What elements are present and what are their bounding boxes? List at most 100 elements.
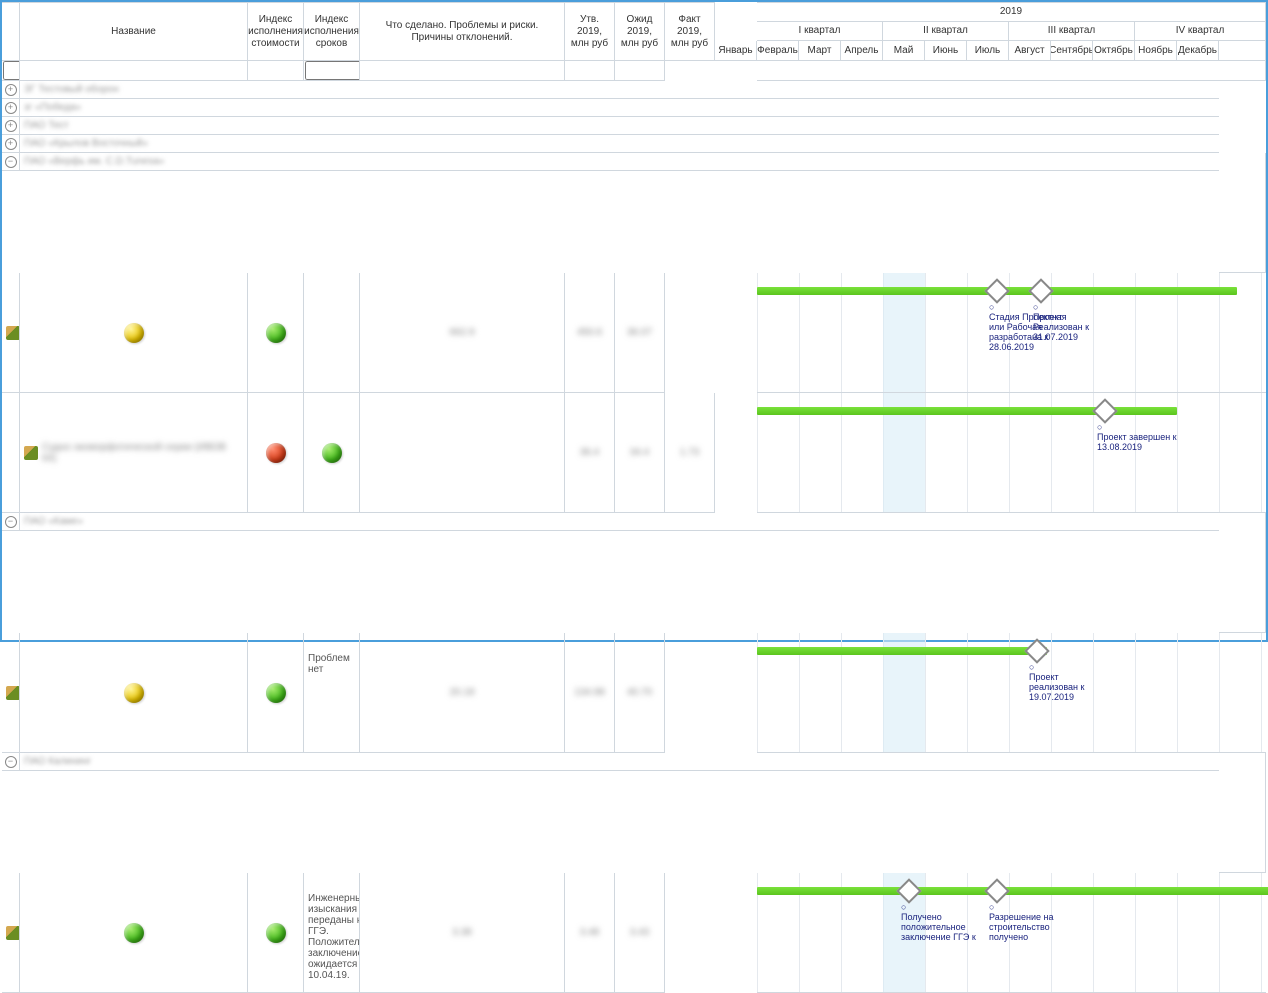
time-status-cell (248, 273, 304, 393)
utv-cell: 3.38 (360, 873, 565, 993)
filter-fakt-cell (615, 61, 665, 81)
gantt-cell: ○Получено положительное заключение ГГЭ к… (757, 873, 1266, 993)
col-month-7: Июль (967, 41, 1009, 61)
cost-status-cell (248, 393, 304, 513)
row-expand-cell (2, 393, 20, 513)
group-label: ПАО Калининг (20, 756, 1219, 767)
filter-name-input[interactable] (3, 61, 20, 80)
milestone-diamond[interactable] (1092, 398, 1117, 423)
fakt-cell: 3.43 (615, 873, 665, 993)
group-label: ЗГ Тестовый оборон (20, 84, 1219, 95)
ozh-cell: 450.6 (565, 273, 615, 393)
utv-value: 36.4 (580, 447, 599, 458)
status-ball-green (124, 923, 144, 943)
utv-value: 3.38 (452, 927, 471, 938)
ozh-value: 34.4 (630, 447, 649, 458)
task-icon (24, 446, 38, 460)
task-name-cell[interactable]: Расширение внутрипортовой электростанции (2, 633, 20, 753)
task-name-text: Судно экоморфотической серии (ИВОВ 64) (42, 442, 243, 464)
group-label: ПАО «Каме» (20, 516, 1219, 527)
milestone-diamond[interactable] (984, 278, 1009, 303)
row-expand-cell (1219, 153, 1266, 273)
group-label: ПАО «Крылов Восточный» (20, 138, 1219, 149)
utv-cell: 20.18 (360, 633, 565, 753)
collapse-icon[interactable]: − (5, 516, 17, 528)
milestone-label: ○Разрешение на строительство получено (989, 903, 1069, 943)
milestone-label: ○Проект завершен к13.08.2019 (1097, 423, 1177, 453)
col-month-12: Декабрь (1177, 41, 1219, 61)
group-label: ПАО Тест (20, 120, 1219, 131)
group-row[interactable]: +ПАО «Крылов Восточный» (2, 135, 1219, 153)
task-icon (6, 686, 20, 700)
col-month-8: Август (1009, 41, 1051, 61)
milestone-diamond[interactable] (1024, 638, 1049, 663)
group-row[interactable]: −ПАО Калининг (2, 753, 1219, 771)
fakt-value: 1.73 (680, 447, 699, 458)
col-q2-header: II квартал (883, 22, 1009, 41)
task-name-cell[interactable]: Судно экоморфотической серии (ИВОВ 64) (20, 393, 248, 513)
fakt-value: 36.07 (627, 327, 652, 338)
row-expand-cell (1219, 513, 1266, 633)
gantt-cell: ○Проект завершен к13.08.2019 (757, 393, 1266, 513)
filter-cost-cell (20, 61, 248, 81)
notes-cell (304, 273, 360, 393)
expand-icon[interactable]: + (5, 102, 17, 114)
notes-cell: Инженерные изыскания переданы на ГГЭ. По… (304, 873, 360, 993)
collapse-icon[interactable]: − (5, 156, 17, 168)
col-month-1: Январь (715, 41, 757, 61)
col-fakt-header: Факт 2019, млн руб (665, 2, 715, 61)
col-q4-header: IV квартал (1135, 22, 1266, 41)
expand-col-header (2, 2, 20, 61)
time-status-cell (304, 393, 360, 513)
ozh-value: 3.48 (580, 927, 599, 938)
status-ball-green (322, 443, 342, 463)
col-month-3: Март (799, 41, 841, 61)
utv-cell: 36.4 (565, 393, 615, 513)
expand-icon[interactable]: + (5, 84, 17, 96)
col-year-header: 2019 (757, 2, 1266, 22)
group-row[interactable]: +зг «Победа» (2, 99, 1219, 117)
gantt-bar[interactable] (757, 647, 1047, 655)
milestone-label: ○Проект Реализован к31.07.2019 (1033, 303, 1113, 343)
ozh-value: 134.98 (574, 687, 605, 698)
expand-icon[interactable]: + (5, 120, 17, 132)
gantt-cell: ○Стадия Проектная или Рабочая разработан… (757, 273, 1266, 393)
status-ball-yellow (124, 683, 144, 703)
col-month-10: Октябрь (1093, 41, 1135, 61)
fakt-cell: 36.07 (615, 273, 665, 393)
group-row[interactable]: +ЗГ Тестовый оборон (2, 81, 1219, 99)
ozh-cell: 3.48 (565, 873, 615, 993)
task-icon (6, 326, 20, 340)
col-ozh-header: Ожид 2019, млн руб (615, 2, 665, 61)
utv-value: 662.9 (449, 327, 474, 338)
cost-status-cell (20, 273, 248, 393)
filter-gantt-cell (757, 61, 1266, 81)
fakt-cell: 1.73 (665, 393, 715, 513)
filter-utv-cell (360, 61, 565, 81)
status-ball-green (266, 323, 286, 343)
group-row[interactable]: −ПАО «Каме» (2, 513, 1219, 531)
col-q1-header: I квартал (757, 22, 883, 41)
time-status-cell (248, 633, 304, 753)
group-row[interactable]: +ПАО Тест (2, 117, 1219, 135)
milestone-diamond[interactable] (1028, 278, 1053, 303)
gantt-bar[interactable] (757, 887, 1268, 895)
task-name-cell[interactable]: Строительство миллиметродирекционной уст… (2, 873, 20, 993)
filter-ozh-cell (565, 61, 615, 81)
milestone-diamond[interactable] (984, 878, 1009, 903)
status-ball-yellow (124, 323, 144, 343)
cost-status-cell (20, 873, 248, 993)
fakt-value: 3.43 (630, 927, 649, 938)
utv-value: 20.18 (449, 687, 474, 698)
filter-notes-input[interactable] (305, 61, 360, 80)
expand-icon[interactable]: + (5, 138, 17, 150)
notes-cell (360, 393, 565, 513)
col-notes-header: Что сделано. Проблемы и риски. Причины о… (360, 2, 565, 61)
utv-cell: 662.9 (360, 273, 565, 393)
task-name-cell[interactable]: Строительство эксплуатационной инфрастру… (2, 273, 20, 393)
notes-cell: Проблем нет (304, 633, 360, 753)
collapse-icon[interactable]: − (5, 756, 17, 768)
col-month-9: Сентябрь (1051, 41, 1093, 61)
group-row[interactable]: −ПАО «Верфь им. C.D.Tunesa» (2, 153, 1219, 171)
milestone-label: ○Проект реализован к19.07.2019 (1029, 663, 1109, 703)
